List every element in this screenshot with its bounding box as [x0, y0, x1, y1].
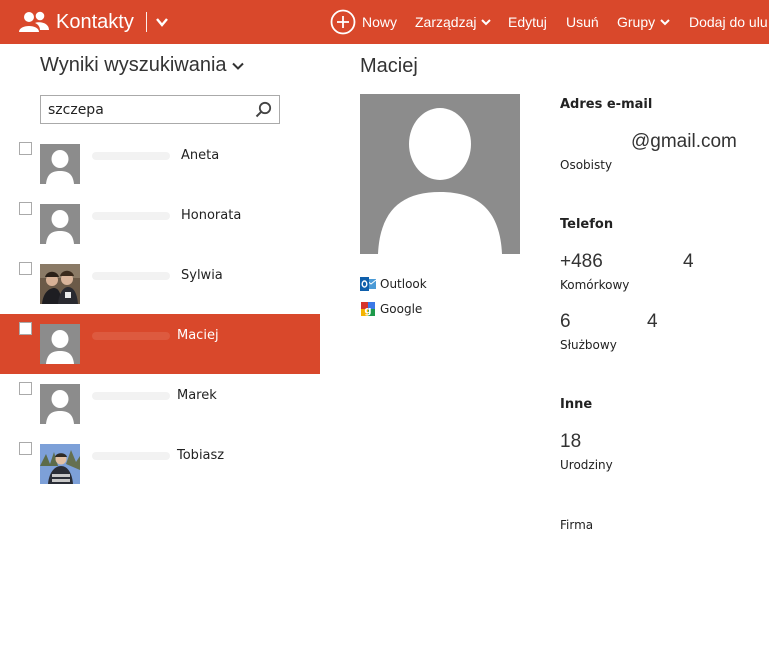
app-brand: Kontakty	[18, 0, 169, 44]
edit-label: Edytuj	[508, 14, 547, 30]
email-value[interactable]: @gmail.com	[631, 131, 737, 153]
contact-photo	[360, 94, 520, 254]
list-item[interactable]: Sylwia	[0, 254, 320, 314]
row-checkbox[interactable]	[19, 322, 32, 335]
avatar-photo	[40, 264, 80, 304]
source-google[interactable]: g Google	[360, 301, 422, 317]
groups-menu-button[interactable]: Grupy	[617, 0, 670, 44]
avatar	[40, 144, 80, 184]
other-heading: Inne	[560, 397, 593, 412]
blurred-text	[92, 452, 170, 460]
row-checkbox[interactable]	[19, 262, 32, 275]
contact-detail-name: Maciej	[360, 55, 418, 77]
list-item[interactable]: Honorata	[0, 194, 320, 254]
search-icon[interactable]	[255, 101, 272, 118]
mobile-phone-start[interactable]: +486	[560, 251, 603, 273]
person-placeholder-icon	[40, 144, 80, 184]
source-outlook[interactable]: Outlook	[360, 276, 427, 292]
search-box	[40, 95, 280, 124]
list-item[interactable]: Tobiasz	[0, 434, 320, 494]
photo-avatar	[40, 444, 80, 484]
person-placeholder-icon	[360, 94, 520, 254]
new-contact-label: Nowy	[362, 14, 398, 30]
source-google-label: Google	[380, 302, 423, 316]
contact-name: Sylwia	[181, 268, 223, 283]
chevron-down-icon	[231, 62, 244, 70]
avatar	[40, 324, 80, 364]
source-outlook-label: Outlook	[380, 277, 427, 291]
add-to-favorites-label: Dodaj do ulu	[689, 14, 768, 30]
company-label: Firma	[560, 518, 594, 532]
blurred-text	[92, 152, 170, 160]
person-placeholder-icon	[40, 324, 80, 364]
contact-name: Maciej	[177, 328, 219, 343]
chevron-down-icon	[660, 19, 670, 26]
delete-button[interactable]: Usuń	[566, 0, 599, 44]
title-separator	[145, 12, 147, 32]
blurred-text	[92, 332, 170, 340]
contact-name: Honorata	[181, 208, 242, 223]
email-label: Osobisty	[560, 158, 613, 172]
phone-heading: Telefon	[560, 217, 614, 232]
contact-name: Aneta	[181, 148, 220, 163]
manage-label: Zarządzaj	[415, 14, 477, 30]
person-placeholder-icon	[40, 204, 80, 244]
row-checkbox[interactable]	[19, 202, 32, 215]
people-icon	[19, 11, 49, 32]
list-item-selected[interactable]: Maciej	[0, 314, 320, 374]
google-icon: g	[361, 302, 375, 317]
search-input[interactable]	[41, 96, 241, 123]
blurred-text	[92, 392, 170, 400]
birthday-value: 18	[560, 431, 582, 452]
row-checkbox[interactable]	[19, 442, 32, 455]
birthday-label: Urodziny	[560, 458, 613, 472]
add-circle-icon	[330, 9, 356, 35]
contact-name: Marek	[177, 388, 217, 403]
avatar	[40, 204, 80, 244]
app-title: Kontakty	[56, 10, 134, 33]
row-checkbox[interactable]	[19, 142, 32, 155]
avatar	[40, 384, 80, 424]
photo-avatar	[40, 264, 80, 304]
avatar-photo	[40, 444, 80, 484]
app-bar: Kontakty Nowy Zarządzaj Edytuj Usuń Grup…	[0, 0, 769, 44]
delete-label: Usuń	[566, 14, 599, 30]
mobile-phone-end[interactable]: 4	[683, 251, 694, 273]
work-phone-end[interactable]: 4	[647, 311, 658, 333]
row-checkbox[interactable]	[19, 382, 32, 395]
add-to-favorites-button[interactable]: Dodaj do ulu	[689, 0, 769, 44]
chevron-down-icon[interactable]	[155, 15, 169, 29]
chevron-down-icon	[481, 19, 492, 26]
blurred-text	[92, 212, 170, 220]
new-contact-button[interactable]: Nowy	[330, 0, 397, 44]
list-title[interactable]: Wyniki wyszukiwania	[40, 54, 244, 77]
person-placeholder-icon	[40, 384, 80, 424]
edit-button[interactable]: Edytuj	[508, 0, 547, 44]
list-item[interactable]: Aneta	[0, 134, 320, 194]
outlook-icon	[360, 277, 376, 291]
list-title-text: Wyniki wyszukiwania	[40, 54, 227, 76]
work-phone-start[interactable]: 6	[560, 311, 571, 333]
work-phone-label: Służbowy	[560, 338, 617, 352]
email-heading: Adres e-mail	[560, 97, 653, 112]
contact-name: Tobiasz	[177, 448, 225, 463]
svg-text:g: g	[364, 306, 371, 317]
manage-menu-button[interactable]: Zarządzaj	[415, 0, 492, 44]
list-item[interactable]: Marek	[0, 374, 320, 434]
mobile-phone-label: Komórkowy	[560, 278, 630, 292]
blurred-text	[92, 272, 170, 280]
groups-label: Grupy	[617, 14, 656, 30]
